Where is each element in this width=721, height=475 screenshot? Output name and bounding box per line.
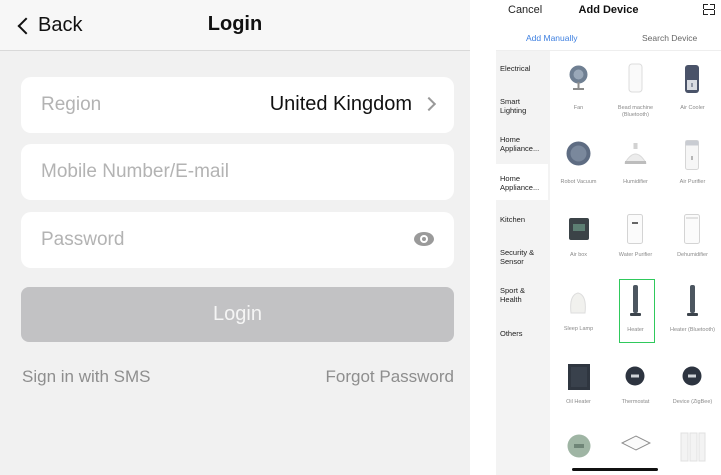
sleep-lamp-icon [570, 292, 586, 314]
device-name: Robot Vacuum [560, 179, 597, 185]
air-cooler-icon [685, 65, 699, 93]
humidifier-icon [624, 143, 647, 164]
device-panel-icon [680, 432, 706, 462]
device-name: Fan [573, 105, 584, 111]
login-button[interactable]: Login [21, 287, 454, 342]
thermostat-icon [625, 366, 645, 386]
device-heater[interactable]: Heater [607, 276, 664, 356]
device-heater-bluetooth[interactable]: Heater (Bluetooth) [664, 276, 721, 356]
mobile-email-placeholder: Mobile Number/E-mail [41, 161, 229, 182]
device-air-box[interactable]: Air box [550, 206, 607, 276]
tab-add-manually[interactable]: Add Manually [526, 33, 578, 43]
home-indicator [572, 468, 658, 471]
login-screen: Back Login Region United Kingdom Mobile … [0, 0, 470, 475]
tab-search-device[interactable]: Search Device [642, 33, 697, 43]
device-robot-vacuum[interactable]: Robot Vacuum [550, 131, 607, 191]
air-box-icon [569, 218, 589, 240]
category-home-appliance-2[interactable]: Home Appliance... [496, 164, 548, 200]
page-title: Login [207, 13, 263, 35]
device-name: Air Cooler [680, 105, 705, 111]
category-sidebar: Electrical Smart Lighting Home Appliance… [496, 51, 550, 475]
login-header: Back Login [0, 0, 470, 51]
robot-vacuum-icon [566, 141, 591, 166]
device-name: Thermostat [621, 399, 650, 405]
device-thermostat[interactable]: Thermostat [607, 356, 664, 426]
category-electrical[interactable]: Electrical [496, 64, 550, 73]
heater-icon [630, 285, 641, 316]
device-name: Heater [627, 327, 644, 333]
chevron-right-icon [421, 96, 437, 112]
category-smart-lighting[interactable]: Smart Lighting [496, 97, 542, 115]
heater-icon [687, 285, 698, 316]
region-selector[interactable]: Region United Kingdom [21, 77, 454, 133]
device-water-purifier[interactable]: Water Purifier [607, 206, 664, 276]
device-name: Heater (Bluetooth) [670, 327, 715, 333]
device-name: Dehumidifier [677, 252, 708, 258]
category-sport-health[interactable]: Sport & Health [496, 286, 538, 304]
dehumidifier-icon [684, 214, 700, 244]
device-name: Device (ZigBee) [672, 399, 713, 405]
device-name: Humidifier [623, 179, 648, 185]
device-fan[interactable]: Fan [550, 51, 607, 121]
device-flat-icon [621, 435, 651, 451]
category-others[interactable]: Others [496, 329, 550, 338]
add-device-title: Add Device [578, 4, 639, 16]
device-name: Bead machine (Bluetooth) [617, 105, 654, 118]
thermostat-icon [682, 366, 702, 386]
device-name: Sleep Lamp [563, 326, 594, 332]
add-device-screen: Cancel Add Device Add Manually Search De… [496, 0, 721, 475]
password-placeholder: Password [41, 229, 125, 250]
bead-machine-icon [628, 63, 643, 93]
device-round-icon [567, 434, 591, 458]
device-name: Oil Heater [566, 399, 591, 405]
device-air-purifier[interactable]: Air Purifier [664, 131, 721, 191]
category-home-appliance-1[interactable]: Home Appliance... [496, 135, 548, 153]
air-purifier-icon [685, 140, 699, 170]
region-label: Region [41, 94, 102, 115]
sign-in-sms-link[interactable]: Sign in with SMS [22, 367, 151, 387]
device-humidifier[interactable]: Humidifier [607, 131, 664, 191]
water-purifier-icon [627, 214, 643, 244]
device-dehumidifier[interactable]: Dehumidifier [664, 206, 721, 276]
forgot-password-link[interactable]: Forgot Password [326, 367, 455, 387]
password-field[interactable]: Password [21, 212, 454, 268]
eye-icon[interactable] [414, 232, 434, 246]
category-home-appliance-2-label: Home Appliance... [500, 174, 540, 192]
device-air-cooler[interactable]: Air Cooler [664, 51, 721, 121]
device-oil-heater[interactable]: Oil Heater [550, 356, 607, 426]
device-bead-machine[interactable]: Bead machine (Bluetooth) [607, 51, 664, 131]
device-grid: Fan Bead machine (Bluetooth) Air Cooler … [550, 51, 721, 475]
add-device-tabs: Add Manually Search Device [496, 26, 721, 51]
device-partial-3[interactable] [664, 429, 721, 475]
mobile-email-field[interactable]: Mobile Number/E-mail [21, 144, 454, 200]
scan-icon[interactable] [703, 4, 715, 15]
device-name: Air box [569, 252, 588, 258]
device-name: Water Purifier [618, 252, 653, 258]
device-sleep-lamp[interactable]: Sleep Lamp [550, 276, 607, 356]
fan-icon [569, 65, 588, 90]
category-kitchen[interactable]: Kitchen [496, 215, 550, 224]
oil-heater-icon [568, 364, 590, 390]
device-zigbee[interactable]: Device (ZigBee) [664, 356, 721, 426]
device-name: Air Purifier [679, 179, 706, 185]
category-security-sensor[interactable]: Security & Sensor [496, 248, 542, 266]
region-value: United Kingdom [269, 93, 412, 115]
